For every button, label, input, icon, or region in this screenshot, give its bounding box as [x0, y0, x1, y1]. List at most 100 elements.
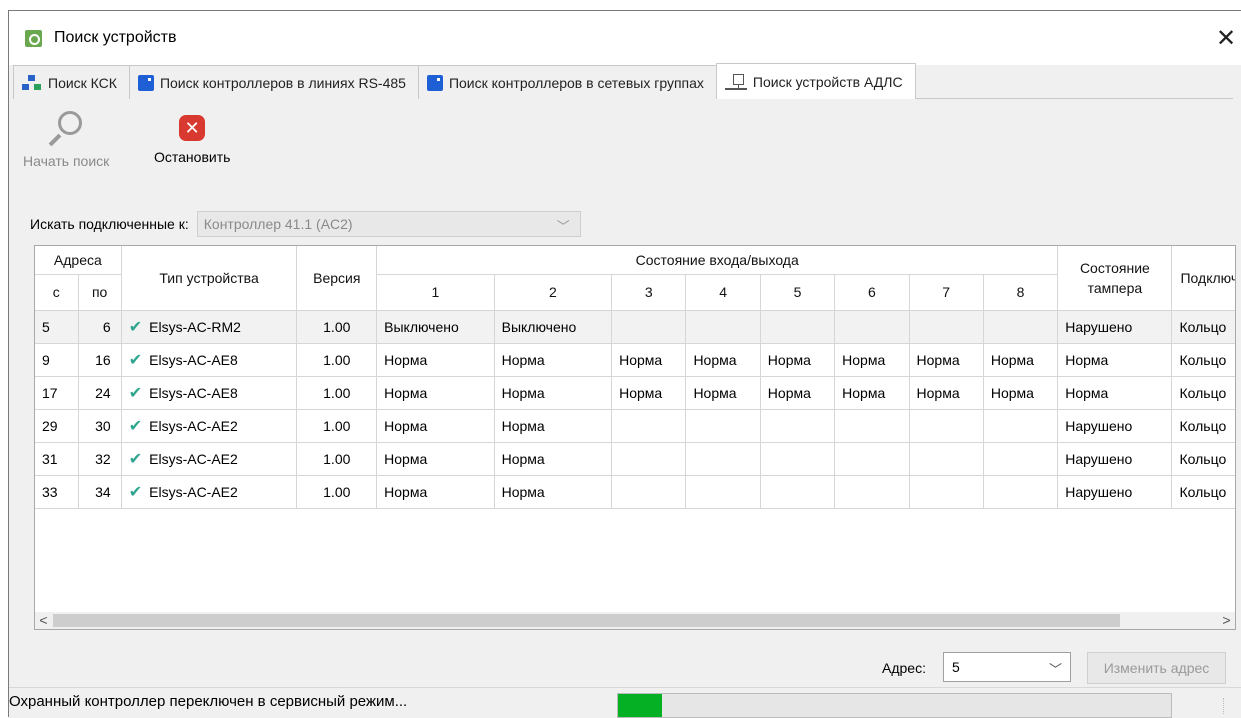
cell-to: 34 [78, 475, 122, 509]
chevron-down-icon: ﹀ [1048, 662, 1062, 677]
scroll-left-icon[interactable]: < [35, 612, 52, 629]
cell-type: ✔ Elsys-AC-AE2 [121, 475, 298, 509]
cell-version: 1.00 [296, 343, 378, 377]
tab-adls-search[interactable]: Поиск устройств АДЛС [715, 63, 916, 99]
cell-type: ✔ Elsys-AC-AE8 [121, 376, 298, 410]
cell-io-8 [983, 409, 1059, 443]
app-icon [25, 30, 42, 47]
table-row[interactable]: 17 24 ✔ Elsys-AC-AE8 1.00 Норма Норма Нор… [35, 376, 1235, 410]
cell-from: 31 [35, 442, 79, 476]
header-io-state: Состояние входа/выхода [376, 246, 1059, 275]
check-icon: ✔ [128, 351, 143, 369]
progress-bar [617, 693, 1172, 718]
cell-io-4 [685, 310, 761, 344]
tab-label: Поиск КСК [48, 74, 117, 91]
cell-io-2: Выключено [494, 310, 613, 344]
header-device-type[interactable]: Тип устройства [121, 246, 298, 311]
cell-io-2: Норма [494, 343, 613, 377]
cell-io-3 [611, 475, 687, 509]
stop-button[interactable]: ✕ Остановить [154, 111, 230, 165]
cell-io-5 [760, 409, 836, 443]
cell-tamper: Нарушено [1057, 409, 1173, 443]
cell-connection: Кольцо [1171, 475, 1235, 509]
cell-io-7: Норма [909, 343, 984, 377]
filter-label: Искать подключенные к: [30, 216, 189, 232]
table-row[interactable]: 5 6 ✔ Elsys-AC-RM2 1.00 Выключено Выключе… [35, 310, 1235, 344]
cell-io-6 [834, 310, 910, 344]
cell-io-7 [909, 442, 984, 476]
cell-io-5 [760, 310, 836, 344]
header-from[interactable]: с [35, 274, 79, 311]
status-bar: Охранный контроллер переключен в сервисн… [9, 687, 1241, 718]
cell-io-5: Норма [760, 376, 836, 410]
address-select[interactable]: 5 ﹀ [943, 652, 1071, 682]
scrollbar-thumb[interactable] [53, 614, 1120, 627]
header-io-7[interactable]: 7 [909, 274, 984, 311]
devices-table[interactable]: Адреса Тип устройства Версия Состояние в… [34, 245, 1236, 630]
table-row[interactable]: 31 32 ✔ Elsys-AC-AE2 1.00 Норма Норма Нар… [35, 442, 1235, 476]
tab-ksk-search[interactable]: Поиск КСК [13, 65, 130, 99]
cell-io-4 [685, 442, 761, 476]
cell-connection: Кольцо [1171, 376, 1235, 410]
cell-type-text: Elsys-AC-AE8 [149, 351, 238, 368]
header-to[interactable]: по [78, 274, 122, 311]
cell-to: 30 [78, 409, 122, 443]
close-icon[interactable]: ✕ [1211, 23, 1241, 53]
table-row[interactable]: 9 16 ✔ Elsys-AC-AE8 1.00 Норма Норма Норм… [35, 343, 1235, 377]
cell-tamper: Нарушено [1057, 442, 1173, 476]
cell-io-2: Норма [494, 475, 613, 509]
cell-tamper: Нарушено [1057, 310, 1173, 344]
header-addresses: Адреса [35, 246, 122, 275]
controller-select[interactable]: Контроллер 41.1 (AC2) ﹀ [196, 211, 581, 237]
cell-to: 32 [78, 442, 122, 476]
resize-grip-icon[interactable] [1223, 698, 1235, 714]
cell-io-5: Норма [760, 343, 836, 377]
scroll-right-icon[interactable]: > [1218, 612, 1235, 629]
cell-connection: Кольцо [1171, 442, 1235, 476]
cell-type-text: Elsys-AC-RM2 [149, 318, 241, 335]
controller-icon [426, 74, 443, 91]
check-icon: ✔ [128, 384, 143, 402]
header-io-2[interactable]: 2 [494, 274, 613, 311]
header-io-6[interactable]: 6 [834, 274, 910, 311]
cell-version: 1.00 [296, 475, 378, 509]
header-io-3[interactable]: 3 [611, 274, 687, 311]
change-address-button[interactable]: Изменить адрес [1087, 652, 1226, 684]
cell-tamper: Норма [1057, 343, 1173, 377]
table-row[interactable]: 33 34 ✔ Elsys-AC-AE2 1.00 Норма Норма Нар… [35, 475, 1235, 509]
cell-to: 6 [78, 310, 122, 344]
cell-io-7 [909, 310, 984, 344]
header-version[interactable]: Версия [296, 246, 378, 311]
cell-connection: Кольцо [1171, 409, 1235, 443]
table-row[interactable]: 29 30 ✔ Elsys-AC-AE2 1.00 Норма Норма Нар… [35, 409, 1235, 443]
cell-type: ✔ Elsys-AC-AE2 [121, 409, 298, 443]
cell-io-4 [685, 475, 761, 509]
cell-io-2: Норма [494, 442, 613, 476]
cell-io-3: Норма [611, 376, 687, 410]
cell-version: 1.00 [296, 409, 378, 443]
cell-io-4: Норма [685, 343, 761, 377]
start-search-button[interactable]: Начать поиск [23, 111, 109, 169]
tab-network-groups-search[interactable]: Поиск контроллеров в сетевых группах [417, 65, 717, 99]
cell-io-8: Норма [983, 343, 1059, 377]
header-io-8[interactable]: 8 [983, 274, 1059, 311]
check-icon: ✔ [128, 450, 143, 468]
cell-to: 24 [78, 376, 122, 410]
tab-rs485-search[interactable]: Поиск контроллеров в линиях RS-485 [128, 65, 419, 99]
header-io-5[interactable]: 5 [760, 274, 836, 311]
header-connection[interactable]: Подключ [1171, 246, 1235, 311]
filter-row: Искать подключенные к: Контроллер 41.1 (… [30, 211, 581, 237]
check-icon: ✔ [128, 318, 143, 336]
cell-io-3 [611, 442, 687, 476]
cell-io-3 [611, 409, 687, 443]
horizontal-scrollbar[interactable]: < > [35, 612, 1235, 629]
cell-io-1: Норма [376, 475, 495, 509]
tab-bar: Поиск КСК Поиск контроллеров в линиях RS… [13, 63, 1233, 99]
cell-connection: Кольцо [1171, 343, 1235, 377]
header-io-4[interactable]: 4 [685, 274, 761, 311]
progress-fill [618, 694, 663, 717]
header-tamper[interactable]: Состояние тампера [1057, 246, 1173, 311]
start-search-label: Начать поиск [23, 153, 110, 169]
cell-io-8: Норма [983, 376, 1059, 410]
header-io-1[interactable]: 1 [376, 274, 495, 311]
